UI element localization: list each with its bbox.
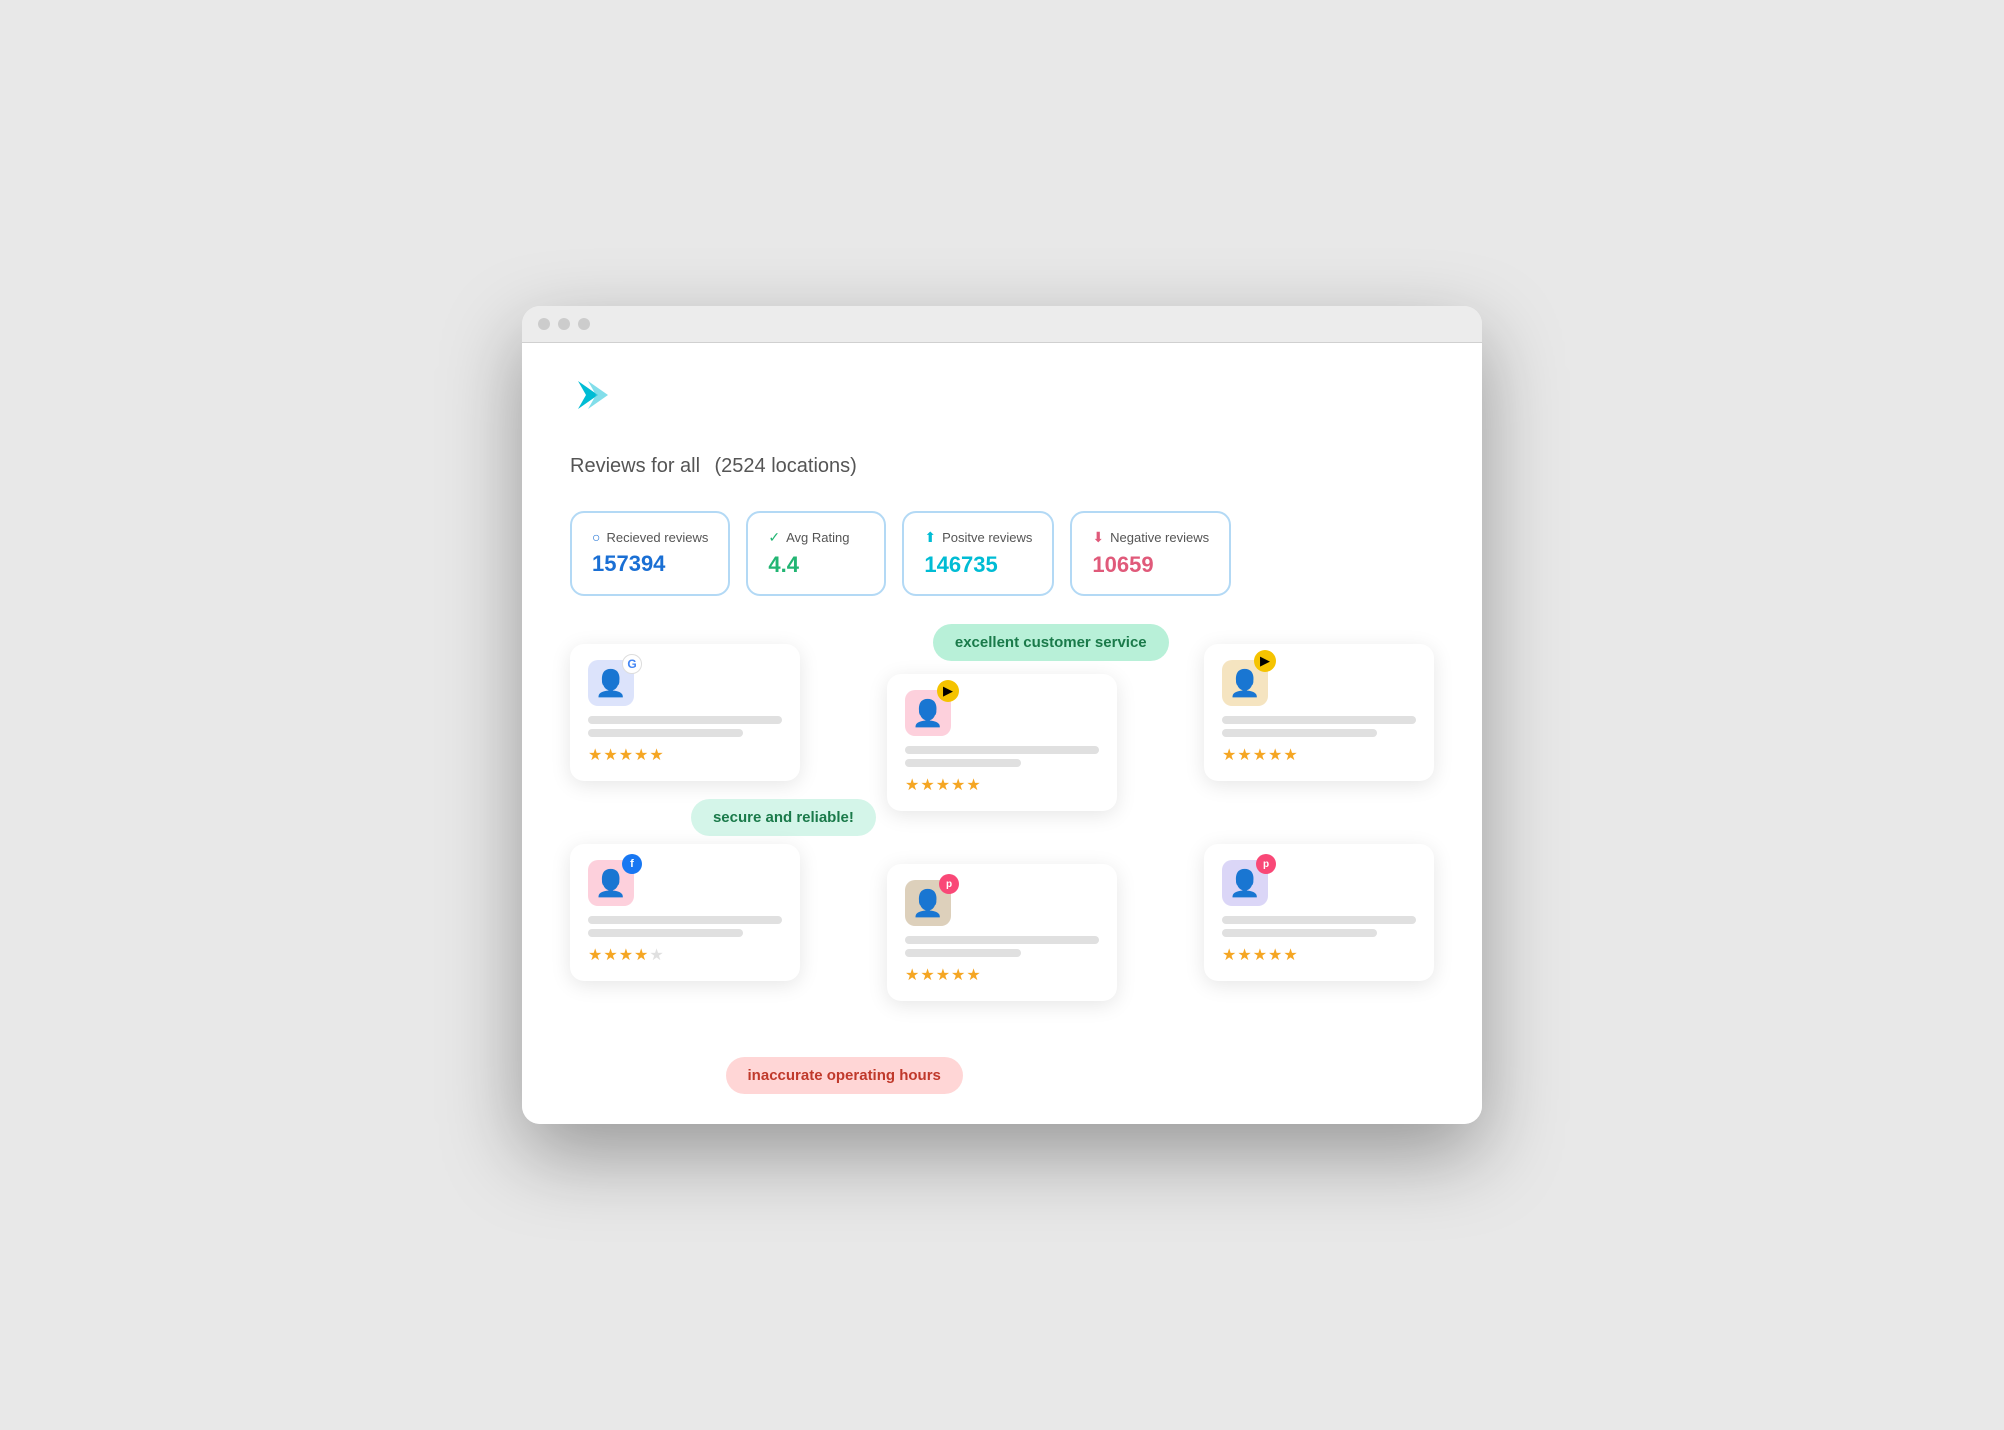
stars-r6: ★★★★★ <box>1222 945 1416 965</box>
stat-value-received: 157394 <box>592 551 708 577</box>
stars-r5: ★★★★★ <box>905 965 1099 985</box>
review-line <box>1222 929 1377 937</box>
avatar-icon-r2: 👤 <box>912 698 944 729</box>
avatar-icon-r6: 👤 <box>1229 868 1261 899</box>
review-card-foursquare-center: 👤 p ★★★★★ <box>887 864 1117 1001</box>
review-line <box>905 949 1021 957</box>
stat-value-avg: 4.4 <box>768 552 864 578</box>
avatar-wrap-r4: 👤 f <box>588 860 634 906</box>
negative-icon: ⬇ <box>1092 529 1104 546</box>
platform-badge-foursquare-r: p <box>1256 854 1276 874</box>
stat-value-negative: 10659 <box>1092 552 1209 578</box>
review-lines-r5 <box>905 936 1099 957</box>
stat-card-negative: ⬇ Negative reviews 10659 <box>1070 511 1231 596</box>
review-card-center: 👤 ▶ ★★★★★ <box>887 674 1117 811</box>
pin-icon-r2: ▶ <box>937 680 959 702</box>
review-line <box>588 916 782 924</box>
review-card-google: 👤 G ★★★★★ <box>570 644 800 781</box>
avatar-wrap-r3: 👤 ▶ <box>1222 660 1268 706</box>
review-line <box>1222 716 1416 724</box>
review-lines-r1 <box>588 716 782 737</box>
logo <box>570 375 610 420</box>
review-line <box>905 746 1099 754</box>
stat-label-positive: ⬆ Positve reviews <box>924 529 1032 546</box>
stars-r1: ★★★★★ <box>588 745 782 765</box>
platform-badge-facebook: f <box>622 854 642 874</box>
positive-icon: ⬆ <box>924 529 936 546</box>
stars-r2: ★★★★★ <box>905 775 1099 795</box>
title-subtitle: (2524 locations) <box>715 455 857 477</box>
avatar-icon-r1: 👤 <box>595 668 627 699</box>
tag-excellent: excellent customer service <box>933 624 1169 661</box>
stat-card-avg: ✓ Avg Rating 4.4 <box>746 511 886 596</box>
review-card-top-right: 👤 ▶ ★★★★★ <box>1204 644 1434 781</box>
window-dot-green <box>578 318 590 330</box>
review-line <box>905 936 1099 944</box>
stat-value-positive: 146735 <box>924 552 1032 578</box>
reviews-area: excellent customer service 👤 G ★★★★★ <box>570 644 1434 1064</box>
stat-card-positive: ⬆ Positve reviews 146735 <box>902 511 1054 596</box>
title-main: Reviews for all <box>570 455 700 477</box>
stat-card-received: ○ Recieved reviews 157394 <box>570 511 730 596</box>
stats-row: ○ Recieved reviews 157394 ✓ Avg Rating 4… <box>570 511 1434 596</box>
browser-window: Reviews for all (2524 locations) ○ Recie… <box>522 306 1482 1124</box>
review-line <box>1222 729 1377 737</box>
avatar-icon-r4: 👤 <box>595 868 627 899</box>
review-line <box>588 929 743 937</box>
platform-badge-google: G <box>622 654 642 674</box>
review-lines-r6 <box>1222 916 1416 937</box>
review-line <box>1222 916 1416 924</box>
stat-label-negative: ⬇ Negative reviews <box>1092 529 1209 546</box>
avg-icon: ✓ <box>768 529 780 546</box>
browser-titlebar <box>522 306 1482 343</box>
platform-badge-foursquare: p <box>939 874 959 894</box>
avatar-wrap-r6: 👤 p <box>1222 860 1268 906</box>
avatar-wrap-r5: 👤 p <box>905 880 951 926</box>
review-lines-r4 <box>588 916 782 937</box>
stat-label-received: ○ Recieved reviews <box>592 529 708 545</box>
received-icon: ○ <box>592 529 600 545</box>
review-card-facebook: 👤 f ★★★★★ <box>570 844 800 981</box>
tag-secure: secure and reliable! <box>691 799 876 836</box>
review-line <box>588 729 743 737</box>
stars-r3: ★★★★★ <box>1222 745 1416 765</box>
window-dot-red <box>538 318 550 330</box>
avatar-wrap-r2: 👤 ▶ <box>905 690 951 736</box>
browser-content: Reviews for all (2524 locations) ○ Recie… <box>522 343 1482 1124</box>
window-dot-yellow <box>558 318 570 330</box>
page-title: Reviews for all (2524 locations) <box>570 448 1434 479</box>
review-lines-r3 <box>1222 716 1416 737</box>
stars-r4: ★★★★★ <box>588 945 782 965</box>
stat-label-avg: ✓ Avg Rating <box>768 529 864 546</box>
avatar-icon-r3: 👤 <box>1229 668 1261 699</box>
tag-inaccurate: inaccurate operating hours <box>726 1057 963 1094</box>
review-line <box>588 716 782 724</box>
avatar-icon-r5: 👤 <box>912 888 944 919</box>
review-line <box>905 759 1021 767</box>
avatar-wrap-r1: 👤 G <box>588 660 634 706</box>
review-lines-r2 <box>905 746 1099 767</box>
pin-icon-r3: ▶ <box>1254 650 1276 672</box>
review-card-foursquare-right: 👤 p ★★★★★ <box>1204 844 1434 981</box>
